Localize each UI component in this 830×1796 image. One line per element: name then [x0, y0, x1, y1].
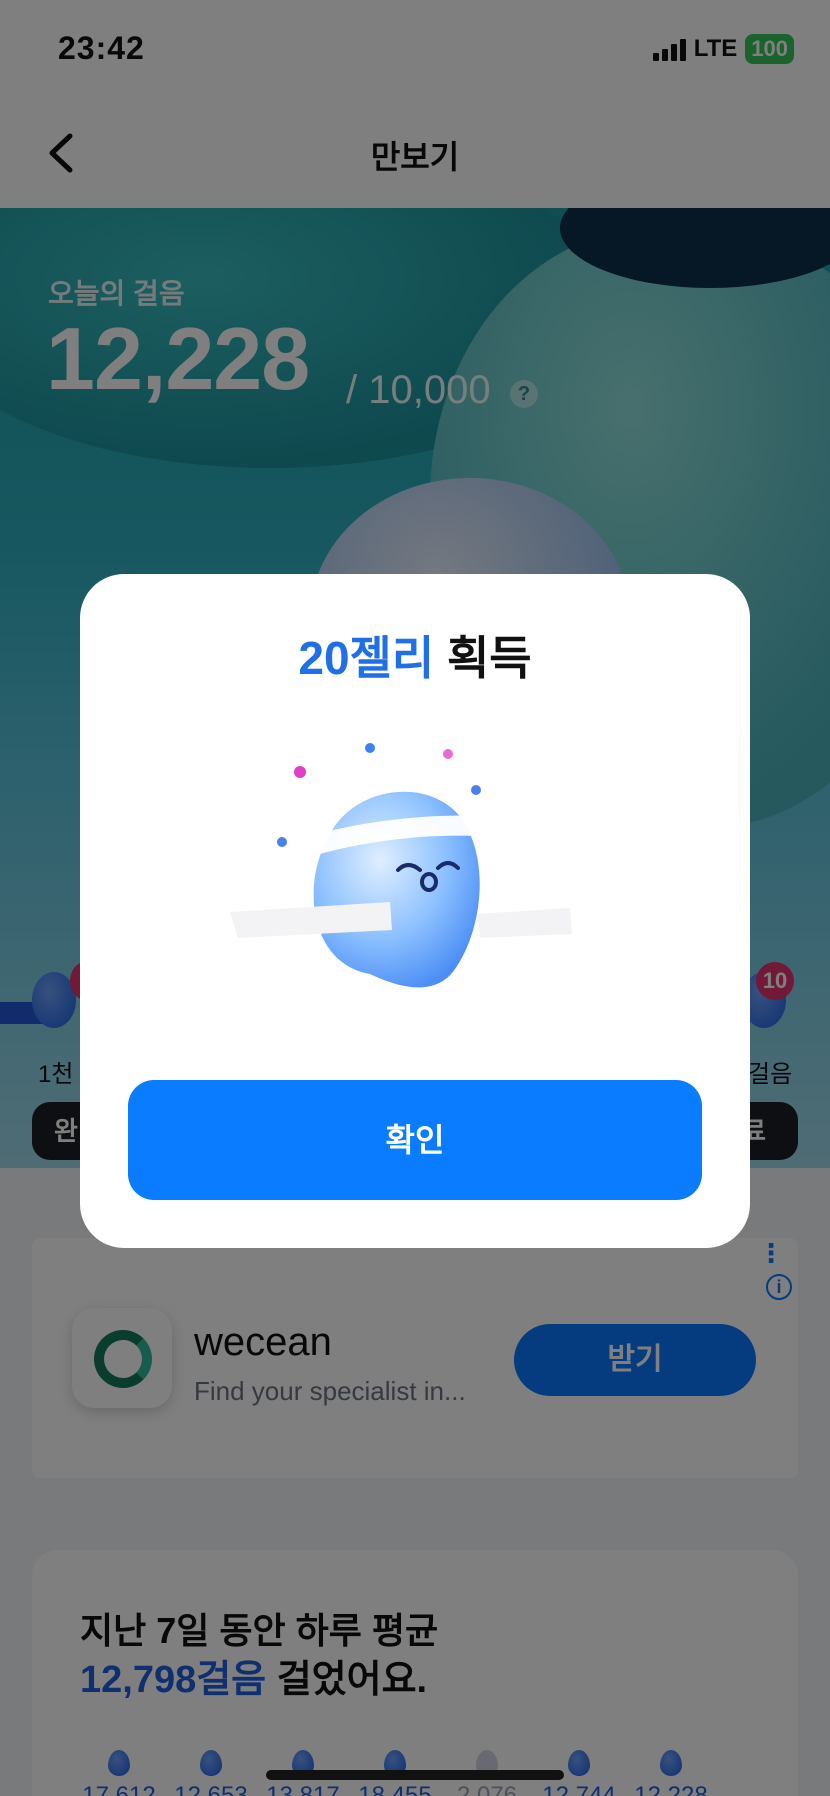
reward-title-rest: 획득	[434, 632, 532, 684]
reward-dialog: 20젤리 획득 확인	[80, 574, 750, 1248]
confirm-button[interactable]: 확인	[128, 1080, 702, 1200]
reward-amount: 20젤리	[298, 632, 435, 684]
jelly-runner-icon	[230, 743, 572, 988]
home-indicator	[266, 1770, 564, 1780]
reward-title: 20젤리 획득	[80, 622, 750, 688]
